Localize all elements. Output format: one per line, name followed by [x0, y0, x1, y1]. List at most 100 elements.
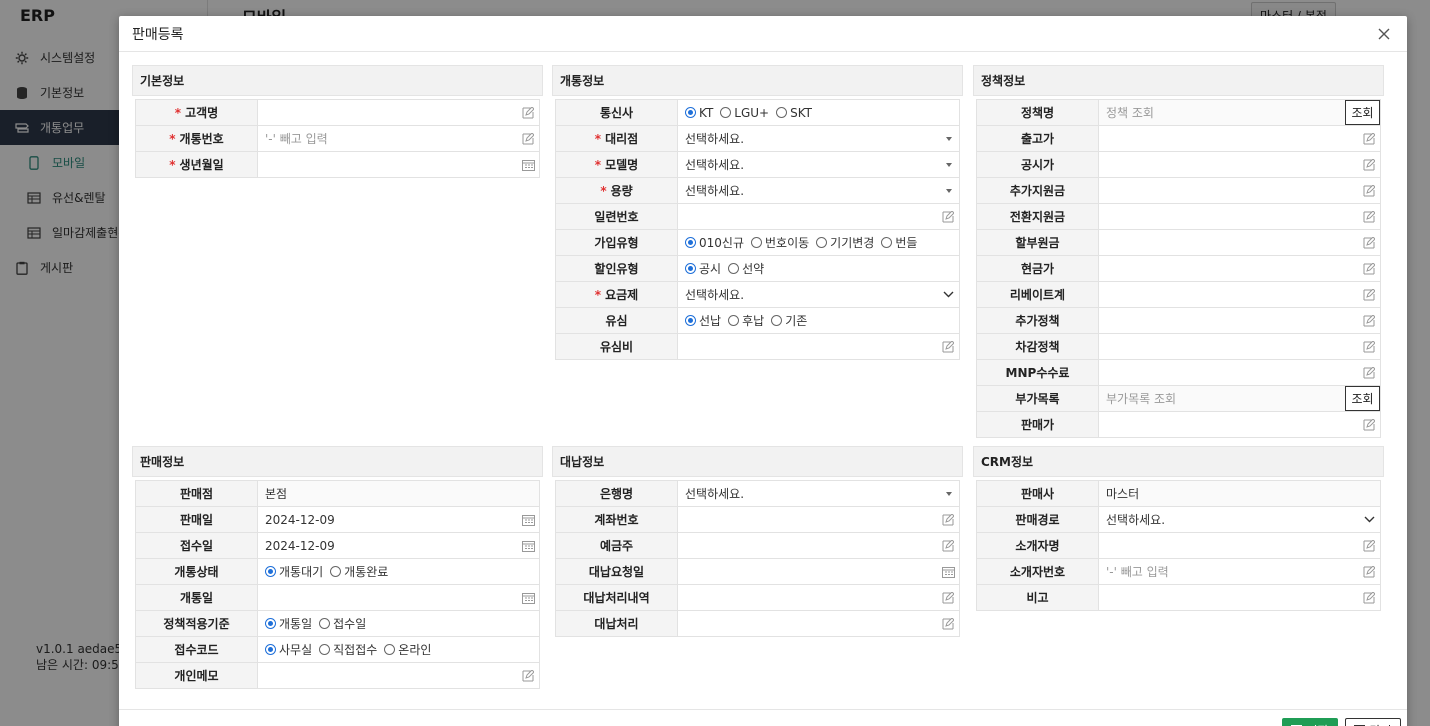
radio-carrier-skt[interactable]: SKT [776, 106, 812, 120]
account-number-input[interactable] [678, 507, 960, 532]
close-button[interactable] [1375, 25, 1393, 43]
radio-carrier-kt[interactable]: KT [685, 106, 713, 120]
usim-fee-input[interactable] [678, 334, 960, 359]
policy-name-input[interactable]: 정책 조회 조회 [1099, 100, 1381, 125]
rate-plan-select[interactable]: 선택하세요. [678, 282, 960, 307]
radio-number-port[interactable]: 번호이동 [751, 234, 809, 251]
account-holder-input[interactable] [678, 533, 960, 558]
row-account-number: 계좌번호 [556, 507, 960, 533]
radio-activation-complete[interactable]: 개통완료 [330, 563, 388, 580]
payment-history-input[interactable] [678, 585, 960, 610]
birth-date-input[interactable] [258, 152, 540, 177]
row-birth-date: * 생년월일 [136, 152, 540, 178]
close-icon [1378, 28, 1390, 39]
row-activation-number: * 개통번호 '-' 빼고 입력 [136, 126, 540, 152]
policy-lookup-button[interactable]: 조회 [1345, 100, 1380, 125]
panel-policy-info: 정책정보 정책명 정책 조회 조회 출고가 공시가 추가지원금 전환지원금 할부원… [973, 65, 1384, 438]
edit-icon [941, 539, 955, 553]
radio-online[interactable]: 온라인 [384, 641, 431, 658]
sale-price-input[interactable] [1099, 412, 1381, 437]
calendar-icon [521, 158, 535, 172]
row-cash-price: 현금가 [977, 256, 1381, 282]
row-usim-fee: 유심비 [556, 334, 960, 360]
radio-selective-contract[interactable]: 선약 [728, 260, 764, 277]
edit-icon [1362, 236, 1376, 250]
radio-basis-activation-date[interactable]: 개통일 [265, 615, 312, 632]
addon-list-input[interactable]: 부가목록 조회 조회 [1099, 386, 1381, 411]
radio-usim-existing[interactable]: 기존 [771, 312, 807, 329]
bank-name-select[interactable]: 선택하세요. [678, 481, 960, 506]
sales-register-modal: 판매등록 기본정보 * 고객명 * 개통번호 '-' 빼고 입력 * 생년월일 개통정… [119, 16, 1407, 726]
edit-icon [1362, 210, 1376, 224]
capacity-select[interactable]: 선택하세요. [678, 178, 960, 203]
edit-icon [1362, 132, 1376, 146]
row-subscription-type: 가입유형 010신규 번호이동 기기변경 번들 [556, 230, 960, 256]
radio-office[interactable]: 사무실 [265, 641, 312, 658]
row-capacity: * 용량 선택하세요. [556, 178, 960, 204]
row-addon-list: 부가목록 부가목록 조회 조회 [977, 386, 1381, 412]
referrer-number-input[interactable]: '-' 빼고 입력 [1099, 559, 1381, 584]
cash-price-input[interactable] [1099, 256, 1381, 281]
edit-icon [1362, 314, 1376, 328]
radio-direct-receipt[interactable]: 직접접수 [319, 641, 377, 658]
row-referrer-name: 소개자명 [977, 533, 1381, 559]
radio-public-subsidy[interactable]: 공시 [685, 260, 721, 277]
cancel-button[interactable]: 닫기 [1345, 718, 1401, 726]
agency-select[interactable]: 선택하세요. [678, 126, 960, 151]
additional-support-input[interactable] [1099, 178, 1381, 203]
row-remarks: 비고 [977, 585, 1381, 611]
sales-channel-select[interactable]: 선택하세요. [1099, 507, 1381, 532]
remarks-input[interactable] [1099, 585, 1381, 610]
radio-new-010[interactable]: 010신규 [685, 234, 744, 251]
serial-number-input[interactable] [678, 204, 960, 229]
edit-icon [521, 106, 535, 120]
row-customer-name: * 고객명 [136, 100, 540, 126]
panel-title: CRM정보 [973, 446, 1384, 477]
deduction-policy-input[interactable] [1099, 334, 1381, 359]
row-serial-number: 일련번호 [556, 204, 960, 230]
row-model: * 모델명 선택하세요. [556, 152, 960, 178]
caret-down-icon [946, 188, 952, 193]
additional-policy-input[interactable] [1099, 308, 1381, 333]
public-subsidy-input[interactable] [1099, 152, 1381, 177]
row-policy-name: 정책명 정책 조회 조회 [977, 100, 1381, 126]
payment-request-date-input[interactable] [678, 559, 960, 584]
radio-activation-pending[interactable]: 개통대기 [265, 563, 323, 580]
switch-support-input[interactable] [1099, 204, 1381, 229]
radio-usim-prepaid[interactable]: 선납 [685, 312, 721, 329]
activation-date-input[interactable] [258, 585, 540, 610]
row-agency: * 대리점 선택하세요. [556, 126, 960, 152]
radio-usim-postpaid[interactable]: 후납 [728, 312, 764, 329]
customer-name-input[interactable] [258, 100, 540, 125]
save-button[interactable]: 저장 [1282, 718, 1338, 726]
row-sale-date: 판매일 2024-12-09 [136, 507, 540, 533]
installment-principal-input[interactable] [1099, 230, 1381, 255]
radio-device-change[interactable]: 기기변경 [816, 234, 874, 251]
model-select[interactable]: 선택하세요. [678, 152, 960, 177]
edit-icon [1362, 340, 1376, 354]
referrer-name-input[interactable] [1099, 533, 1381, 558]
row-switch-support: 전환지원금 [977, 204, 1381, 230]
radio-carrier-lgu[interactable]: LGU+ [720, 106, 769, 120]
release-price-input[interactable] [1099, 126, 1381, 151]
radio-bundle[interactable]: 번들 [881, 234, 917, 251]
activation-number-input[interactable]: '-' 빼고 입력 [258, 126, 540, 151]
calendar-icon [521, 513, 535, 527]
edit-icon [1362, 418, 1376, 432]
addon-lookup-button[interactable]: 조회 [1345, 386, 1380, 411]
edit-icon [941, 591, 955, 605]
panel-basic-info: 기본정보 * 고객명 * 개통번호 '-' 빼고 입력 * 생년월일 [132, 65, 543, 178]
receipt-date-input[interactable]: 2024-12-09 [258, 533, 540, 558]
radio-basis-receipt-date[interactable]: 접수일 [319, 615, 366, 632]
personal-memo-input[interactable] [258, 663, 540, 688]
edit-icon [941, 617, 955, 631]
row-additional-policy: 추가정책 [977, 308, 1381, 334]
payment-process-input[interactable] [678, 611, 960, 636]
row-installment-principal: 할부원금 [977, 230, 1381, 256]
sale-date-input[interactable]: 2024-12-09 [258, 507, 540, 532]
mnp-fee-input[interactable] [1099, 360, 1381, 385]
panel-sales-info: 판매정보 판매점 본점 판매일 2024-12-09 접수일 2024-12-0… [132, 446, 543, 689]
rebate-total-input[interactable] [1099, 282, 1381, 307]
calendar-icon [941, 565, 955, 579]
panel-title: 개통정보 [552, 65, 963, 96]
